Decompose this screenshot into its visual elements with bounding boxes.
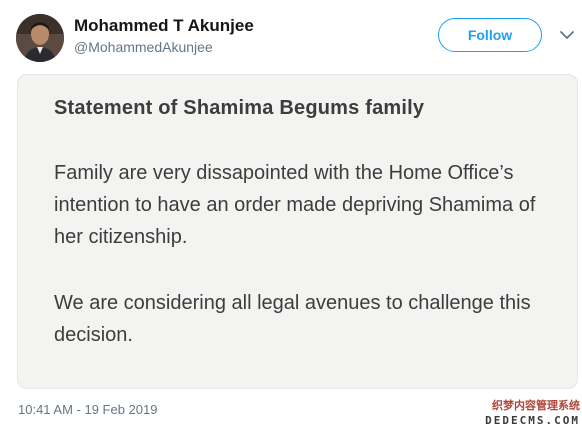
tweet: Mohammed T Akunjee @MohammedAkunjee Foll… (0, 0, 582, 436)
display-name[interactable]: Mohammed T Akunjee (74, 15, 254, 37)
tweet-header: Mohammed T Akunjee @MohammedAkunjee Foll… (16, 12, 574, 64)
user-handle[interactable]: @MohammedAkunjee (74, 37, 254, 57)
chevron-down-icon[interactable] (558, 26, 576, 44)
statement-title: Statement of Shamima Begums family (54, 97, 425, 119)
avatar-image (16, 14, 64, 62)
watermark-url: DEDECMS.COM (485, 414, 580, 427)
watermark: 织梦内容管理系统 DEDECMS.COM (458, 398, 580, 432)
tweet-timestamp[interactable]: 10:41 AM - 19 Feb 2019 (18, 402, 157, 417)
statement-paragraph: We are considering all legal avenues to … (54, 292, 531, 346)
statement-paragraph: Family are very dissapointed with the Ho… (54, 162, 536, 248)
statement-image[interactable]: Statement of Shamima Begums family Famil… (17, 74, 578, 389)
author-names: Mohammed T Akunjee @MohammedAkunjee (74, 15, 254, 57)
watermark-text: 织梦内容管理系统 (492, 399, 580, 412)
avatar[interactable] (16, 14, 64, 62)
follow-button[interactable]: Follow (438, 18, 542, 52)
